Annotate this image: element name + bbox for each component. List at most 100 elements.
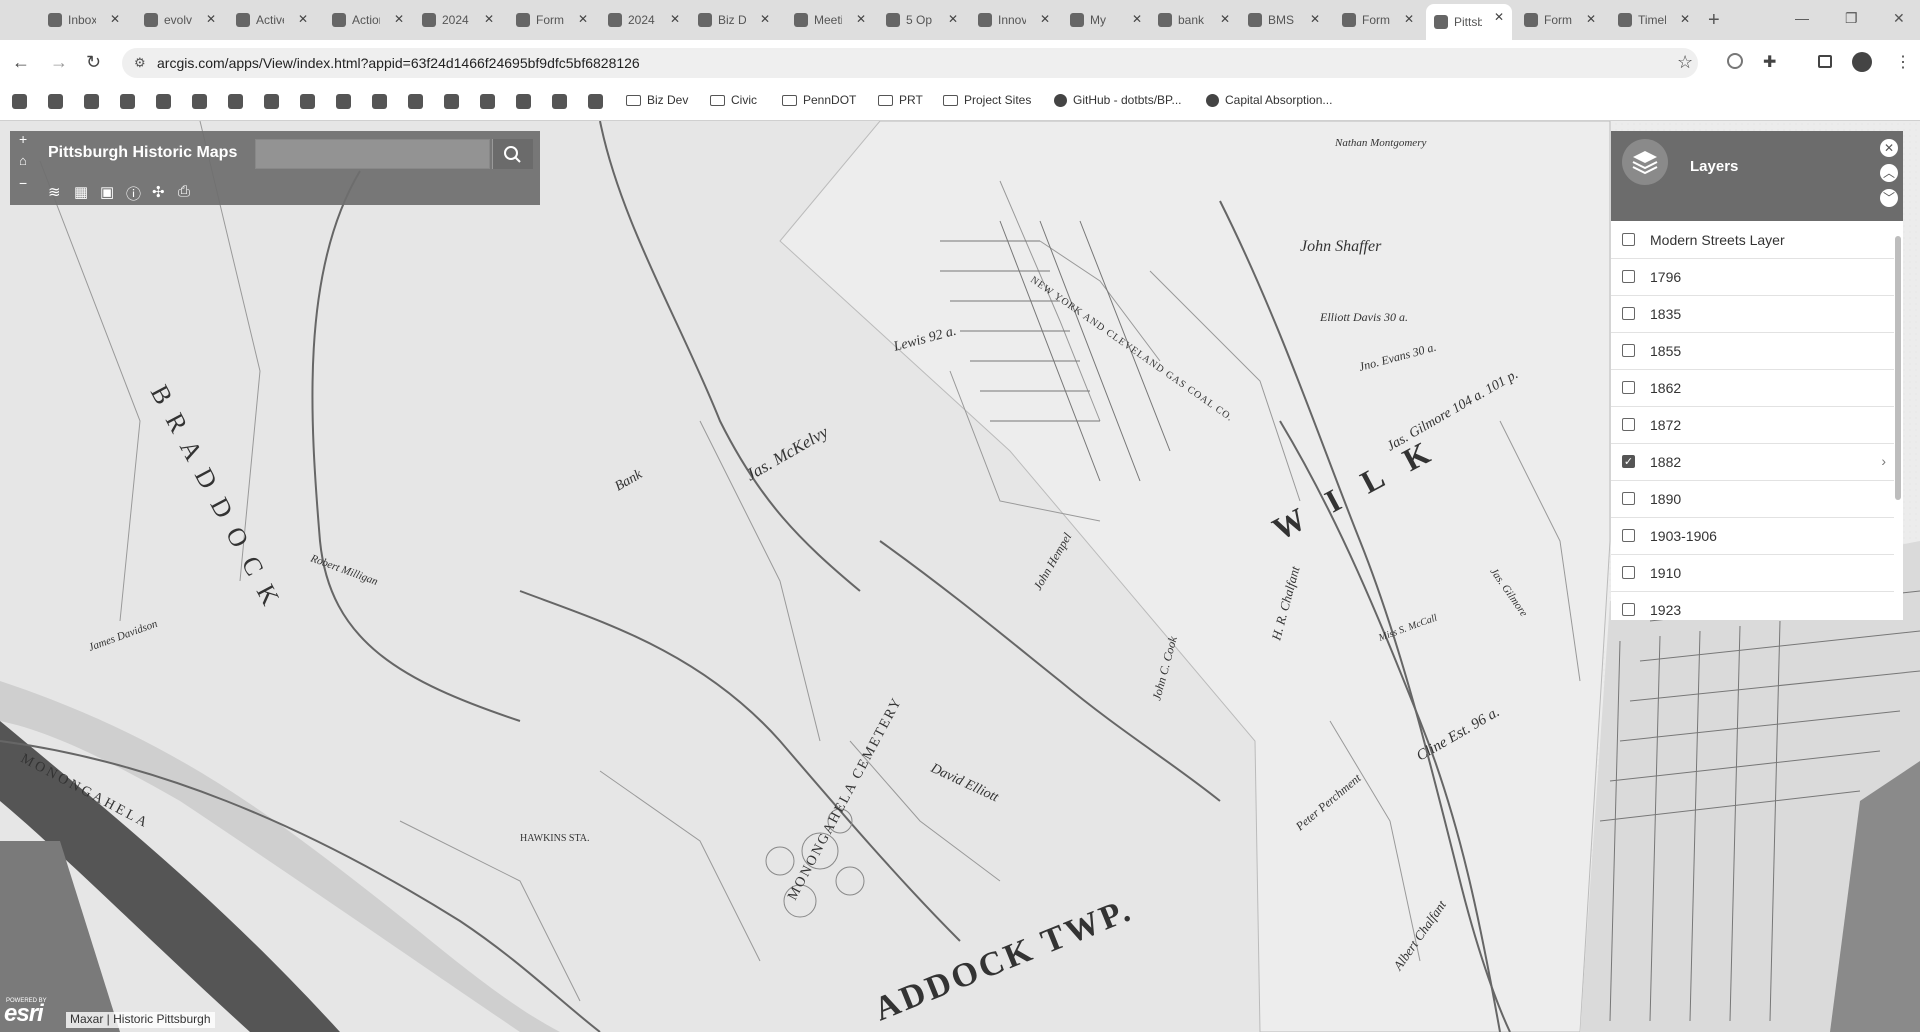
close-tab-icon[interactable]: ✕ [1310,12,1320,26]
layer-row[interactable]: 1903-1906 [1611,517,1894,555]
close-tab-icon[interactable]: ✕ [484,12,494,26]
extensions-puzzle-icon[interactable]: ✚ [1763,52,1776,72]
bookmark-item[interactable]: PRT [878,93,923,107]
browser-menu-icon[interactable]: ⋮ [1895,52,1911,72]
zoom-out-button[interactable]: − [19,175,27,191]
esri-logo[interactable]: esri [4,1000,44,1028]
bookmark-star-icon[interactable]: ☆ [1677,52,1693,73]
layer-checkbox[interactable] [1622,344,1635,357]
bookmark-favicon-icon[interactable] [516,94,531,109]
home-button[interactable]: ⌂ [19,153,27,168]
close-tab-icon[interactable]: ✕ [1040,12,1050,26]
forward-icon[interactable]: → [50,52,68,73]
browser-tab[interactable]: Action ✕ [324,6,412,34]
layer-row[interactable]: 1835 [1611,295,1894,333]
browser-tab[interactable]: Pittsburgh Historic Maps ✕ [1426,4,1512,40]
browser-tab[interactable]: evolve ✕ [136,6,224,34]
bookmark-favicon-icon[interactable] [192,94,207,109]
close-tab-icon[interactable]: ✕ [1586,12,1596,26]
layer-checkbox[interactable] [1622,233,1635,246]
close-window-icon[interactable]: ✕ [1893,10,1905,27]
layer-row[interactable]: 1890 [1611,480,1894,518]
layer-checkbox[interactable] [1622,307,1635,320]
bookmark-item[interactable]: Capital Absorption... [1206,93,1332,107]
browser-tab[interactable]: 2024 ✕ [414,6,502,34]
bookmark-favicon-icon[interactable] [552,94,567,109]
layers-icon[interactable]: ≋ [48,183,66,201]
close-tab-icon[interactable]: ✕ [760,12,770,26]
bookmark-favicon-icon[interactable] [480,94,495,109]
side-panel-icon[interactable] [1818,55,1832,68]
extension-icon-1[interactable] [1727,53,1743,69]
close-tab-icon[interactable]: ✕ [578,12,588,26]
browser-tab[interactable]: Forms ✕ [508,6,596,34]
browser-tab[interactable]: Active ✕ [228,6,316,34]
basemap-icon[interactable]: ▣ [100,183,118,201]
layer-checkbox[interactable] [1622,566,1635,579]
bookmark-favicon-icon[interactable] [12,94,27,109]
layer-row[interactable]: 1855 [1611,332,1894,370]
info-icon[interactable]: ⓘ [126,183,144,203]
close-tab-icon[interactable]: ✕ [1404,12,1414,26]
bookmark-item[interactable]: GitHub - dotbts/BP... [1054,93,1182,107]
browser-tab[interactable]: Meeting ✕ [786,6,874,34]
layer-row[interactable]: 1872 [1611,406,1894,444]
measure-icon[interactable]: ✣ [152,183,170,201]
close-tab-icon[interactable]: ✕ [206,12,216,26]
layer-checkbox[interactable] [1622,603,1635,616]
zoom-in-button[interactable]: + [19,131,27,147]
close-tab-icon[interactable]: ✕ [1494,10,1504,24]
layer-row[interactable]: ✓ 1882 › [1611,443,1894,481]
bookmark-favicon-icon[interactable] [300,94,315,109]
close-tab-icon[interactable]: ✕ [394,12,404,26]
panel-down-icon[interactable]: ﹀ [1880,189,1898,207]
close-tab-icon[interactable]: ✕ [1680,12,1690,26]
close-tab-icon[interactable]: ✕ [298,12,308,26]
new-tab-button[interactable]: + [1708,9,1720,32]
browser-tab[interactable]: Forms ✕ [1516,6,1604,34]
browser-tab[interactable]: 5 Op ✕ [878,6,966,34]
layer-checkbox[interactable] [1622,418,1635,431]
bookmark-favicon-icon[interactable] [336,94,351,109]
browser-tab[interactable]: Inbox ✕ [40,6,128,34]
browser-tab[interactable]: BMS ✕ [1240,6,1328,34]
browser-tab[interactable]: 2024 ✕ [600,6,688,34]
layer-row[interactable]: Modern Streets Layer [1611,221,1894,259]
bookmark-favicon-icon[interactable] [228,94,243,109]
layer-checkbox[interactable]: ✓ [1622,455,1635,468]
layer-checkbox[interactable] [1622,492,1635,505]
profile-avatar[interactable] [1852,52,1872,72]
layer-row[interactable]: 1796 [1611,258,1894,296]
layer-row[interactable]: 1862 [1611,369,1894,407]
browser-tab[interactable]: Innovation ✕ [970,6,1058,34]
layer-row[interactable]: 1923 [1611,591,1894,620]
bookmark-favicon-icon[interactable] [84,94,99,109]
site-info-icon[interactable]: ⚙ [134,55,146,71]
bookmark-item[interactable]: Project Sites [943,93,1031,107]
close-tab-icon[interactable]: ✕ [1220,12,1230,26]
map-search-input[interactable] [255,139,490,169]
bookmark-favicon-icon[interactable] [588,94,603,109]
bookmark-item[interactable]: Biz Dev [626,93,688,107]
bookmark-favicon-icon[interactable] [120,94,135,109]
close-tab-icon[interactable]: ✕ [110,12,120,26]
search-button[interactable] [492,139,533,169]
bookmark-favicon-icon[interactable] [372,94,387,109]
print-icon[interactable]: ⎙ [178,183,196,201]
reload-icon[interactable]: ↻ [86,52,101,73]
layer-checkbox[interactable] [1622,529,1635,542]
layer-checkbox[interactable] [1622,270,1635,283]
panel-up-icon[interactable]: ︿ [1880,164,1898,182]
browser-tab[interactable]: Forms ✕ [1334,6,1422,34]
browser-tab[interactable]: My ✕ [1062,6,1150,34]
browser-tab[interactable]: bank ✕ [1150,6,1238,34]
minimize-icon[interactable]: — [1795,10,1809,26]
bookmark-item[interactable]: PennDOT [782,93,856,107]
layers-scrollbar[interactable] [1895,236,1901,500]
browser-tab[interactable]: Timeline ✕ [1610,6,1698,34]
close-panel-icon[interactable]: ✕ [1880,139,1898,157]
close-tab-icon[interactable]: ✕ [1132,12,1142,26]
maximize-icon[interactable]: ❐ [1845,10,1858,27]
close-tab-icon[interactable]: ✕ [948,12,958,26]
legend-icon[interactable]: ▦ [74,183,92,201]
